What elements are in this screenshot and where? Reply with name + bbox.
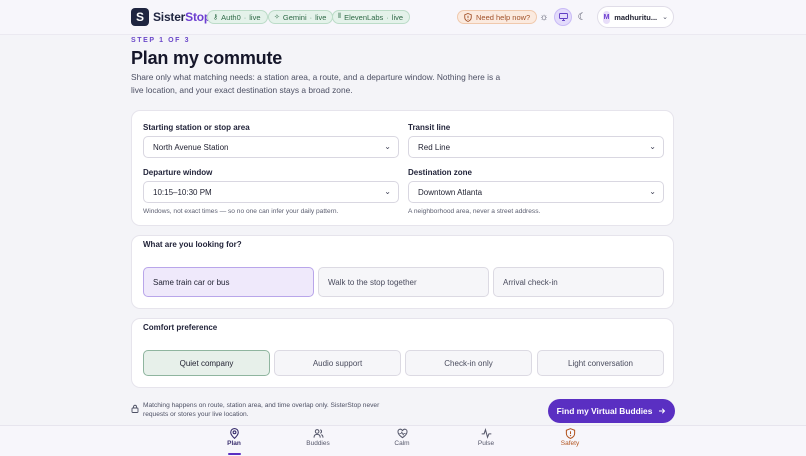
comfort-option-quiet-company[interactable]: Quiet company: [143, 350, 270, 376]
departure-window-select[interactable]: 10:15–10:30 PM ⌄: [143, 181, 399, 203]
destination-zone-label: Destination zone: [408, 168, 473, 177]
looking-for-option-arrival-check-in[interactable]: Arrival check-in: [493, 267, 664, 297]
privacy-note: Matching happens on route, station area,…: [143, 402, 380, 418]
map-pin-icon: [229, 428, 239, 439]
status-pill-separator: ·: [243, 12, 247, 22]
avatar: M: [603, 10, 611, 24]
sparkle-icon: ✧: [274, 14, 280, 21]
chevron-down-icon: ⌄: [649, 187, 656, 196]
chevron-down-icon: ⌄: [384, 187, 391, 196]
brand-name[interactable]: SisterStop: [153, 10, 211, 24]
monitor-icon: [558, 13, 568, 21]
destination-zone-hint: A neighborhood area, never a street addr…: [408, 208, 541, 215]
status-pill-state: live: [315, 12, 327, 22]
theme-light-button[interactable]: ☼: [535, 8, 553, 26]
nav-item-buddies[interactable]: Buddies: [288, 428, 348, 447]
need-help-label: Need help now?: [476, 12, 531, 22]
heart-icon: [397, 428, 407, 439]
shield-alert-icon: [464, 12, 472, 22]
nav-item-pulse[interactable]: Pulse: [456, 428, 516, 447]
arrow-right-icon: [659, 408, 666, 414]
looking-for-option-same-vehicle[interactable]: Same train car or bus: [143, 267, 314, 297]
status-pill-elevenlabs: ⦀ ElevenLabs · live: [332, 10, 411, 24]
status-pill-state: live: [391, 12, 404, 22]
comfort-label: Comfort preference: [143, 323, 218, 332]
looking-for-label: What are you looking for?: [143, 240, 242, 249]
route-card: Starting station or stop area North Aven…: [131, 110, 674, 226]
moon-icon: ☾: [577, 11, 587, 23]
comfort-card: Comfort preference Quiet company Audio s…: [131, 318, 674, 388]
comfort-option-audio-support[interactable]: Audio support: [274, 350, 401, 376]
start-station-label: Starting station or stop area: [143, 123, 250, 132]
nav-item-label: Buddies: [306, 440, 330, 447]
status-pill-auth0: ⚷ Auth0 · live: [207, 10, 268, 24]
status-pill-gemini: ✧ Gemini · live: [268, 10, 334, 24]
chevron-down-icon: ⌄: [662, 14, 668, 21]
chevron-down-icon: ⌄: [384, 142, 391, 151]
departure-window-label: Departure window: [143, 168, 213, 177]
activity-icon: [481, 428, 491, 439]
step-indicator: STEP 1 OF 3: [131, 37, 191, 44]
user-name: madhuritu...: [614, 12, 658, 22]
transit-line-select[interactable]: Red Line ⌄: [408, 136, 664, 158]
sun-icon: ☼: [539, 11, 549, 23]
start-station-value: North Avenue Station: [153, 142, 229, 152]
nav-item-calm[interactable]: Calm: [372, 428, 432, 447]
departure-window-value: 10:15–10:30 PM: [153, 187, 212, 197]
theme-dark-button[interactable]: ☾: [573, 8, 591, 26]
need-help-button[interactable]: Need help now?: [457, 10, 538, 24]
shield-alert-icon: [565, 428, 575, 439]
status-pill-name: Auth0: [221, 12, 241, 22]
nav-item-label: Plan: [227, 440, 241, 447]
looking-for-card: What are you looking for? Same train car…: [131, 235, 674, 309]
destination-zone-select[interactable]: Downtown Atlanta ⌄: [408, 181, 664, 203]
start-station-select[interactable]: North Avenue Station ⌄: [143, 136, 399, 158]
nav-item-plan[interactable]: Plan: [204, 428, 264, 447]
lock-icon: [131, 404, 139, 413]
page-title: Plan my commute: [131, 48, 283, 68]
transit-line-value: Red Line: [418, 142, 451, 152]
theme-system-button[interactable]: [554, 8, 572, 26]
status-pill-name: ElevenLabs: [344, 12, 384, 22]
transit-line-label: Transit line: [408, 123, 451, 132]
page-subtitle: Share only what matching needs: a statio…: [131, 72, 501, 95]
key-icon: ⚷: [213, 14, 219, 21]
voice-icon: ⦀: [338, 13, 342, 20]
nav-active-indicator: [228, 453, 241, 455]
find-virtual-buddies-button[interactable]: Find my Virtual Buddies: [548, 399, 675, 423]
status-pill-state: live: [249, 12, 261, 22]
comfort-option-check-in-only[interactable]: Check-in only: [405, 350, 532, 376]
status-pill-separator: ·: [386, 12, 389, 22]
chevron-down-icon: ⌄: [649, 142, 656, 151]
brand-name-primary: Sister: [153, 10, 186, 24]
top-bar: S SisterStop ⚷ Auth0 · live ✧ Gemini · l…: [0, 0, 806, 35]
find-virtual-buddies-label: Find my Virtual Buddies: [556, 406, 653, 416]
looking-for-option-walk-together[interactable]: Walk to the stop together: [318, 267, 489, 297]
user-menu[interactable]: M madhuritu... ⌄: [597, 6, 674, 28]
logo-mark[interactable]: S: [131, 8, 149, 26]
nav-item-safety[interactable]: Safety: [540, 428, 600, 447]
users-icon: [313, 429, 323, 438]
departure-window-hint: Windows, not exact times — so no one can…: [143, 208, 339, 215]
status-pill-name: Gemini: [282, 12, 307, 22]
nav-item-label: Calm: [394, 440, 410, 447]
destination-zone-value: Downtown Atlanta: [418, 187, 483, 197]
comfort-option-light-conversation[interactable]: Light conversation: [537, 350, 664, 376]
status-pill-separator: ·: [309, 12, 313, 22]
nav-item-label: Safety: [560, 440, 580, 447]
nav-item-label: Pulse: [477, 440, 495, 447]
bottom-nav: Plan Buddies Calm Pulse Safety: [0, 425, 806, 456]
